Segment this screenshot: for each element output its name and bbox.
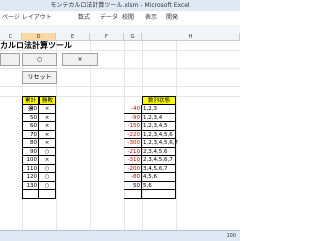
- number-cell[interactable]: -200: [124, 164, 142, 173]
- sequence-cell[interactable]: 2,3,4,5,6,7: [142, 156, 176, 165]
- cumulative-cell[interactable]: 40: [22, 105, 39, 114]
- result-cell[interactable]: ×: [39, 105, 56, 114]
- sequence-cell[interactable]: 2,3,4,5,6: [142, 147, 176, 156]
- column-header-c[interactable]: C: [0, 33, 22, 41]
- empty-result-cell[interactable]: [39, 190, 56, 199]
- number-cell[interactable]: -90: [124, 113, 142, 122]
- cumulative-cell[interactable]: 130: [22, 181, 39, 190]
- sequence-cell[interactable]: 1,2,3,4,5: [142, 122, 176, 131]
- column-header-f[interactable]: F: [90, 33, 124, 41]
- sequence-cell[interactable]: 1,2,3,4,5,6: [142, 130, 176, 139]
- cumulative-cell[interactable]: 120: [22, 173, 39, 182]
- sequence-cell[interactable]: 3,4,5,6,7: [142, 164, 176, 173]
- number-cell[interactable]: 50: [124, 181, 142, 190]
- sequence-cell[interactable]: 4,5,6: [142, 173, 176, 182]
- sequence-cell[interactable]: 1,2,3,4,5,6,7: [142, 139, 178, 148]
- tab-formulas[interactable]: 数式: [78, 11, 90, 25]
- sequence-cell[interactable]: 1,2,3: [142, 105, 176, 114]
- tab-page-layout[interactable]: ページ レイアウト: [2, 11, 52, 25]
- cumulative-cell[interactable]: 60: [22, 122, 39, 131]
- tab-view[interactable]: 表示: [145, 11, 157, 25]
- number-cell[interactable]: -220: [124, 130, 142, 139]
- column-header-h[interactable]: H: [142, 33, 240, 41]
- status-bar: 100: [0, 230, 240, 241]
- result-cell[interactable]: ○: [39, 164, 56, 173]
- result-cell[interactable]: ×: [39, 122, 56, 131]
- reset-button[interactable]: リセット: [22, 71, 57, 84]
- cross-button[interactable]: ×: [62, 53, 98, 66]
- tab-developer[interactable]: 開発: [166, 11, 178, 25]
- cumulative-cell[interactable]: 80: [22, 139, 39, 148]
- cumulative-cell[interactable]: 50: [22, 113, 39, 122]
- number-cell[interactable]: -150: [124, 122, 142, 131]
- cumulative-cell[interactable]: 90: [22, 147, 39, 156]
- header-number-list: 数列状態: [142, 96, 176, 105]
- result-cell[interactable]: ×: [39, 139, 56, 148]
- header-cumulative: 累計金: [22, 96, 39, 112]
- empty-number-cell[interactable]: [124, 190, 142, 199]
- result-cell[interactable]: ○: [39, 147, 56, 156]
- circle-button[interactable]: ○: [22, 53, 57, 66]
- window-title: モンテカルロ法計算ツール.xlsm - Microsoft Excel: [0, 0, 240, 11]
- left-partial-button[interactable]: [0, 53, 20, 66]
- cumulative-cell[interactable]: 110: [22, 164, 39, 173]
- ribbon-tabs: ページ レイアウト 数式 データ 校閲 表示 開発: [0, 11, 240, 26]
- result-cell[interactable]: ×: [39, 130, 56, 139]
- result-cell[interactable]: ○: [39, 173, 56, 182]
- tab-review[interactable]: 校閲: [122, 11, 134, 25]
- sequence-cell[interactable]: 1,2,3,4: [142, 113, 176, 122]
- number-cell[interactable]: -80: [124, 173, 142, 182]
- result-cell[interactable]: ○: [39, 181, 56, 190]
- empty-cumulative-cell[interactable]: [22, 190, 39, 199]
- tab-data[interactable]: データ: [100, 11, 118, 25]
- sheet-title: カルロ法計算ツール: [0, 41, 72, 50]
- column-header-d[interactable]: D: [22, 33, 56, 41]
- cumulative-cell[interactable]: 70: [22, 130, 39, 139]
- result-cell[interactable]: ×: [39, 156, 56, 165]
- cumulative-cell[interactable]: 100: [22, 156, 39, 165]
- number-cell[interactable]: -310: [124, 156, 142, 165]
- number-cell[interactable]: -40: [124, 105, 142, 114]
- column-header-g[interactable]: G: [124, 33, 142, 41]
- empty-sequence-cell[interactable]: [142, 190, 176, 199]
- sequence-cell[interactable]: 5,6: [142, 181, 176, 190]
- result-cell[interactable]: ×: [39, 113, 56, 122]
- number-cell[interactable]: -300: [124, 139, 142, 148]
- header-win-loss: 勝敗: [39, 96, 56, 105]
- number-cell[interactable]: -210: [124, 147, 142, 156]
- column-header-e[interactable]: E: [56, 33, 90, 41]
